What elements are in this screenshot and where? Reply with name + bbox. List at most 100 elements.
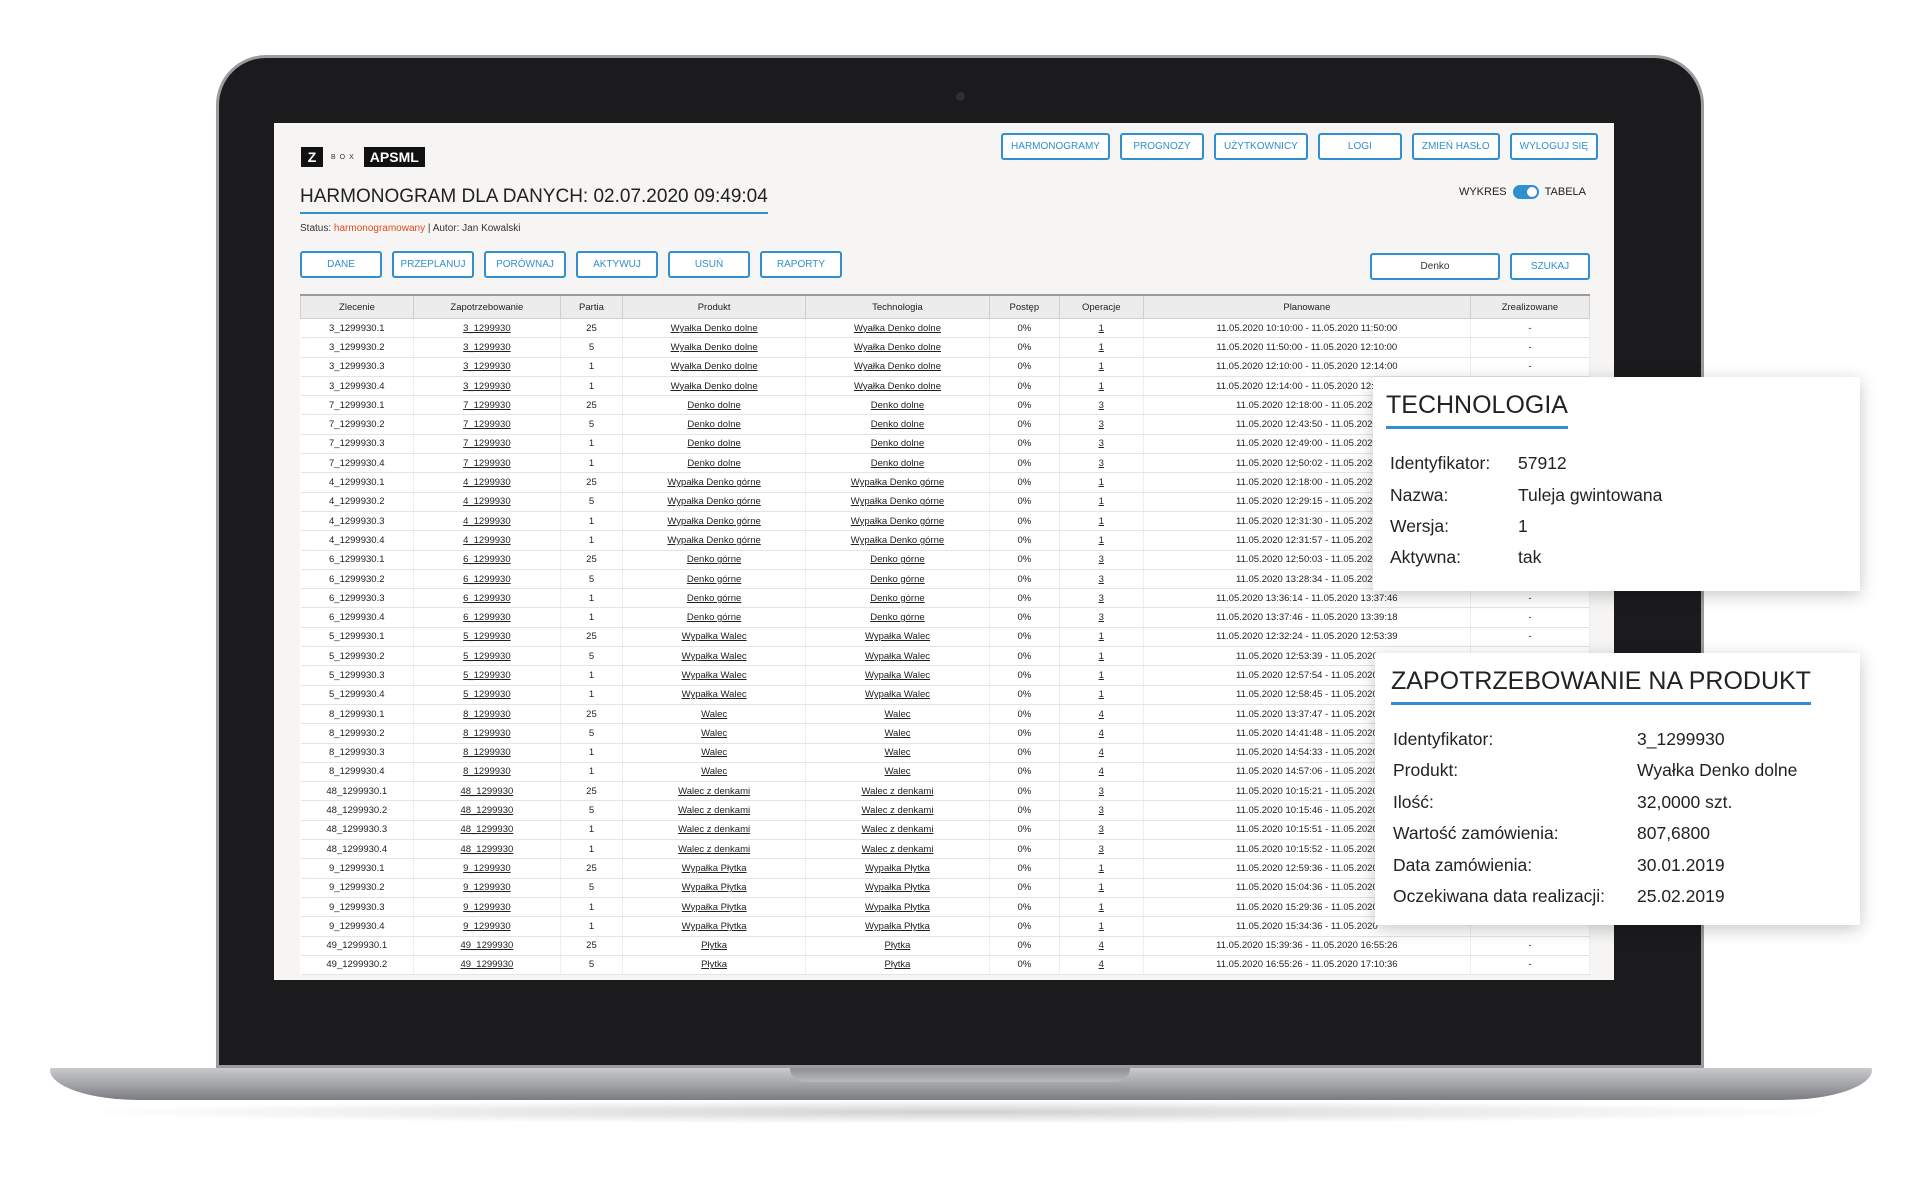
cell-demand-id-link[interactable]: 3_1299930 bbox=[413, 376, 561, 397]
cell-demand-id-link[interactable]: 5_1299930 bbox=[413, 646, 561, 667]
column-header-operations[interactable]: Operacje bbox=[1058, 294, 1144, 319]
cell-product-link[interactable]: Wyałka Denko dolne bbox=[622, 318, 806, 339]
cell-operations-link[interactable]: 1 bbox=[1059, 337, 1144, 358]
table-row[interactable]: 5_1299930.1 5_1299930 25 Wypałka Walec Wypał… bbox=[300, 627, 1591, 648]
nav-harmonogramy-button[interactable]: HARMONOGRAMY bbox=[1001, 133, 1110, 160]
cell-technology-link[interactable]: Walec bbox=[805, 704, 990, 725]
cell-operations-link[interactable]: 1 bbox=[1059, 472, 1144, 493]
cell-product-link[interactable]: Wyałka Denko dolne bbox=[622, 337, 806, 358]
cell-demand-id-link[interactable]: 49_1299930 bbox=[413, 955, 561, 976]
cell-product-link[interactable]: Denko dolne bbox=[622, 453, 806, 474]
raporty-button[interactable]: RAPORTY bbox=[760, 251, 842, 278]
cell-product-link[interactable]: Wypałka Płytka bbox=[622, 878, 806, 898]
cell-demand-id-link[interactable]: 48_1299930 bbox=[413, 839, 561, 860]
cell-product-link[interactable]: Wypałka Denko górne bbox=[622, 530, 806, 551]
cell-operations-link[interactable]: 4 bbox=[1059, 936, 1144, 956]
cell-technology-link[interactable]: Wypałka Płytka bbox=[805, 897, 990, 918]
cell-operations-link[interactable]: 4 bbox=[1059, 762, 1144, 783]
cell-demand-id-link[interactable]: 5_1299930 bbox=[413, 665, 561, 686]
cell-operations-link[interactable]: 3 bbox=[1059, 820, 1144, 841]
cell-product-link[interactable]: Walec bbox=[622, 762, 806, 783]
cell-product-link[interactable]: Walec z denkami bbox=[622, 800, 806, 821]
cell-demand-id-link[interactable]: 3_1299930 bbox=[413, 337, 561, 358]
column-header-planned[interactable]: Planowane bbox=[1142, 294, 1471, 319]
search-button[interactable]: SZUKAJ bbox=[1510, 253, 1590, 280]
column-header-technology[interactable]: Technologia bbox=[804, 294, 990, 319]
column-header-batch[interactable]: Partia bbox=[559, 294, 624, 319]
cell-technology-link[interactable]: Wypałka Płytka bbox=[805, 878, 990, 898]
cell-technology-link[interactable]: Denko górne bbox=[805, 607, 990, 628]
view-toggle-switch[interactable] bbox=[1512, 185, 1539, 199]
cell-demand-id-link[interactable]: 4_1299930 bbox=[413, 472, 561, 493]
cell-operations-link[interactable]: 4 bbox=[1059, 955, 1144, 976]
cell-product-link[interactable]: Denko górne bbox=[622, 607, 806, 628]
cell-technology-link[interactable]: Walec z denkami bbox=[805, 800, 990, 821]
cell-technology-link[interactable]: Walec bbox=[805, 743, 990, 763]
column-header-product[interactable]: Produkt bbox=[622, 294, 806, 319]
column-header-demand-id[interactable]: Zapotrzebowanie bbox=[413, 294, 561, 319]
cell-technology-link[interactable]: Płytka bbox=[805, 936, 990, 956]
cell-demand-id-link[interactable]: 49_1299930 bbox=[413, 936, 561, 956]
cell-technology-link[interactable]: Denko dolne bbox=[805, 395, 990, 416]
cell-operations-link[interactable]: 1 bbox=[1059, 530, 1144, 551]
cell-technology-link[interactable]: Wyałka Denko dolne bbox=[805, 318, 990, 339]
table-row[interactable]: 49_1299930.2 49_1299930 5 Płytka Płytka 0% 4 11… bbox=[300, 955, 1591, 976]
aktywuj-button[interactable]: AKTYWUJ bbox=[576, 251, 658, 278]
dane-button[interactable]: DANE bbox=[300, 251, 382, 278]
cell-technology-link[interactable]: Denko górne bbox=[805, 550, 990, 570]
cell-product-link[interactable]: Wyałka Denko dolne bbox=[622, 376, 806, 397]
cell-product-link[interactable]: Denko górne bbox=[622, 550, 806, 570]
table-row[interactable]: 6_1299930.4 6_1299930 1 Denko górne Denko gó… bbox=[300, 607, 1591, 628]
cell-product-link[interactable]: Walec bbox=[622, 704, 806, 725]
cell-technology-link[interactable]: Walec z denkami bbox=[805, 839, 990, 860]
cell-demand-id-link[interactable]: 6_1299930 bbox=[413, 550, 561, 570]
cell-technology-link[interactable]: Denko górne bbox=[805, 588, 990, 609]
cell-technology-link[interactable]: Wypałka Denko górne bbox=[805, 511, 990, 532]
cell-demand-id-link[interactable]: 48_1299930 bbox=[413, 781, 561, 802]
cell-technology-link[interactable]: Wyałka Denko dolne bbox=[805, 357, 990, 377]
cell-operations-link[interactable]: 1 bbox=[1059, 376, 1144, 397]
cell-operations-link[interactable]: 3 bbox=[1059, 588, 1144, 609]
cell-technology-link[interactable]: Wypałka Walec bbox=[805, 665, 990, 686]
cell-product-link[interactable]: Denko górne bbox=[622, 588, 806, 609]
cell-technology-link[interactable]: Denko dolne bbox=[805, 434, 990, 455]
cell-product-link[interactable]: Denko dolne bbox=[622, 434, 806, 455]
cell-technology-link[interactable]: Walec bbox=[805, 723, 990, 744]
cell-operations-link[interactable]: 4 bbox=[1059, 743, 1144, 763]
cell-demand-id-link[interactable]: 6_1299930 bbox=[413, 569, 561, 590]
nav-logout-button[interactable]: WYLOGUJ SIĘ bbox=[1509, 133, 1598, 160]
cell-demand-id-link[interactable]: 4_1299930 bbox=[413, 530, 561, 551]
cell-operations-link[interactable]: 1 bbox=[1059, 685, 1144, 705]
cell-operations-link[interactable]: 1 bbox=[1059, 916, 1144, 937]
cell-technology-link[interactable]: Walec z denkami bbox=[805, 820, 990, 841]
cell-demand-id-link[interactable]: 7_1299930 bbox=[413, 453, 561, 474]
cell-technology-link[interactable]: Denko dolne bbox=[805, 453, 990, 474]
cell-product-link[interactable]: Wypałka Denko górne bbox=[622, 492, 806, 512]
nav-logi-button[interactable]: LOGI bbox=[1317, 133, 1402, 160]
cell-technology-link[interactable]: Wypałka Denko górne bbox=[805, 492, 990, 512]
cell-technology-link[interactable]: Płytka bbox=[805, 955, 990, 976]
cell-technology-link[interactable]: Wypałka Walec bbox=[805, 627, 990, 648]
column-header-progress[interactable]: Postęp bbox=[988, 294, 1060, 319]
cell-operations-link[interactable]: 3 bbox=[1059, 453, 1144, 474]
cell-product-link[interactable]: Denko dolne bbox=[622, 414, 806, 435]
cell-demand-id-link[interactable]: 5_1299930 bbox=[413, 685, 561, 705]
cell-product-link[interactable]: Płytka bbox=[622, 936, 806, 956]
cell-product-link[interactable]: Wypałka Denko górne bbox=[622, 472, 806, 493]
cell-operations-link[interactable]: 4 bbox=[1059, 723, 1144, 744]
cell-demand-id-link[interactable]: 9_1299930 bbox=[413, 878, 561, 898]
cell-product-link[interactable]: Wypałka Denko górne bbox=[622, 511, 806, 532]
cell-operations-link[interactable]: 1 bbox=[1059, 897, 1144, 918]
przeplanuj-button[interactable]: PRZEPLANUJ bbox=[392, 251, 474, 278]
cell-demand-id-link[interactable]: 48_1299930 bbox=[413, 820, 561, 841]
cell-technology-link[interactable]: Wypałka Płytka bbox=[805, 858, 990, 879]
cell-operations-link[interactable]: 1 bbox=[1059, 878, 1144, 898]
cell-operations-link[interactable]: 1 bbox=[1059, 357, 1144, 377]
cell-demand-id-link[interactable]: 5_1299930 bbox=[413, 627, 561, 648]
cell-operations-link[interactable]: 4 bbox=[1059, 704, 1144, 725]
cell-technology-link[interactable]: Walec bbox=[805, 762, 990, 783]
cell-technology-link[interactable]: Wypałka Denko górne bbox=[805, 530, 990, 551]
porownaj-button[interactable]: PORÓWNAJ bbox=[484, 251, 566, 278]
cell-operations-link[interactable]: 1 bbox=[1059, 318, 1144, 339]
cell-technology-link[interactable]: Wypałka Denko górne bbox=[805, 472, 990, 493]
